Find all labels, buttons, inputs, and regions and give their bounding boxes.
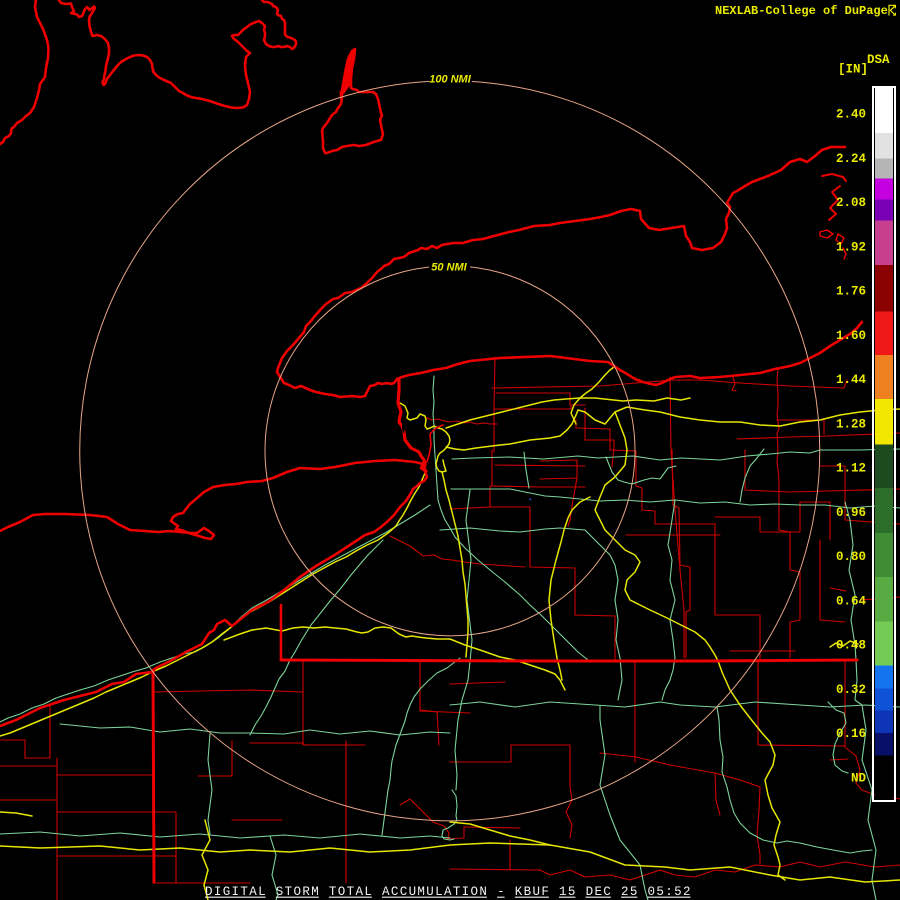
svg-text:1.60: 1.60 (836, 329, 866, 343)
svg-text:1.44: 1.44 (836, 373, 867, 387)
svg-text:0.64: 0.64 (836, 594, 867, 608)
svg-text:DSA: DSA (867, 53, 890, 67)
svg-text:1.92: 1.92 (836, 240, 866, 254)
svg-text:ND: ND (851, 771, 867, 785)
svg-text:100 NMI: 100 NMI (429, 74, 472, 86)
svg-text:0.16: 0.16 (836, 727, 866, 741)
svg-text:1.12: 1.12 (836, 462, 866, 476)
svg-text:0.96: 0.96 (836, 506, 866, 520)
svg-text:2.08: 2.08 (836, 196, 866, 210)
svg-text:2.40: 2.40 (836, 108, 866, 122)
svg-text:0.80: 0.80 (836, 550, 866, 564)
svg-text:1.28: 1.28 (836, 417, 866, 431)
svg-text:0.48: 0.48 (836, 639, 866, 653)
svg-text:50 NMI: 50 NMI (431, 262, 467, 274)
svg-text:1.76: 1.76 (836, 285, 866, 299)
svg-text:[IN]: [IN] (838, 63, 868, 77)
svg-text:2.24: 2.24 (836, 152, 867, 166)
svg-text:0.32: 0.32 (836, 683, 866, 697)
svg-text:NEXLAB-College of DuPage: NEXLAB-College of DuPage (715, 4, 888, 18)
